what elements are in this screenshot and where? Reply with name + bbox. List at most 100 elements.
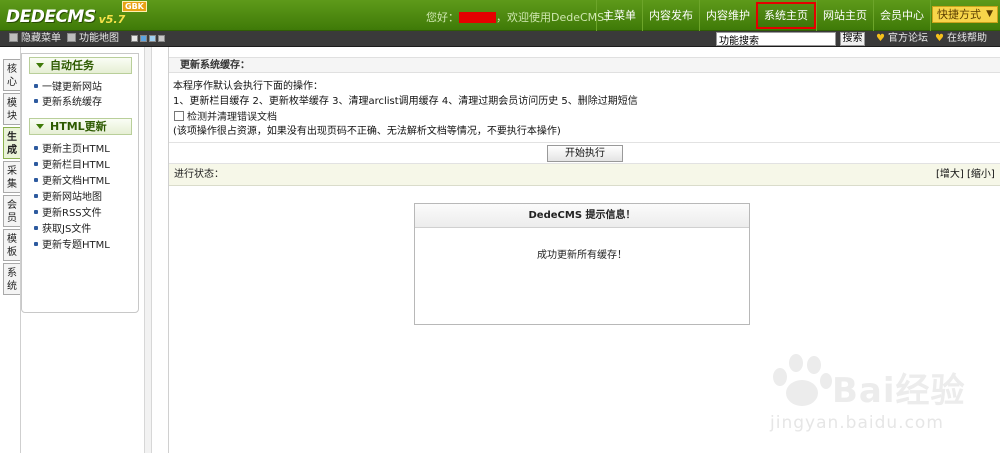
tab-collect[interactable]: 采集 [3,161,20,193]
menu-item-label: 一键更新网站 [42,82,102,93]
menu-item-label: 更新文档HTML [42,176,110,187]
logo-badge: GBK [122,1,147,12]
description-line-1: 本程序作默认会执行下面的操作： [173,81,323,92]
skin-swatch[interactable] [158,35,165,42]
menu-item-one-click-update[interactable]: 一键更新网站 [34,82,102,94]
top-header: DEDECMS v5.7 GBK 您好： ，欢迎使用DedeCMS！ 主菜单 内容… [0,0,1000,31]
section-title-bar: 更新系统缓存： [169,57,1000,73]
bullet-icon [34,99,38,103]
nav-member-center[interactable]: 会员中心 [873,0,930,31]
nav-site-home[interactable]: 网站主页 [816,0,873,31]
forum-icon: ♥ [876,33,885,44]
operation-note: (该项操作很占资源，如果没有出现页码不正确、无法解析文档等情况，不要执行本操作) [173,126,561,137]
official-forum-link[interactable]: ♥ 官方论坛 [876,32,928,46]
bullet-icon [34,226,38,230]
checkbox-label: 检测并清理错误文档 [187,112,277,123]
menu-item-update-doc-html[interactable]: 更新文档HTML [34,176,110,188]
menu-item-label: 更新主页HTML [42,144,110,155]
vertical-tabs: 核心 模块 生成 采集 会员 模板 系统 [0,47,21,453]
skin-swatch[interactable] [131,35,138,42]
logo: DEDECMS v5.7 GBK [6,1,147,27]
function-map-link[interactable]: 功能地图 [67,32,119,46]
start-button-row: 开始执行 [169,142,1000,164]
online-help-link[interactable]: ♥ 在线帮助 [935,32,987,46]
menu-item-update-cache[interactable]: 更新系统缓存 [34,97,102,109]
sub-toolbar: 隐藏菜单 功能地图 搜索 ♥官方论坛 ♥在线帮助 [0,31,1000,47]
menu-item-label: 更新系统缓存 [42,97,102,108]
skin-swatch[interactable] [140,35,147,42]
menu-item-update-column-html[interactable]: 更新栏目HTML [34,160,110,172]
menu-group-title: HTML更新 [50,120,107,133]
status-label: 进行状态： [174,169,224,180]
official-forum-label: 官方论坛 [887,33,928,44]
help-icon: ♥ [935,33,944,44]
tab-core[interactable]: 核心 [3,59,20,91]
side-menu: 自动任务 一键更新网站 更新系统缓存 HTML更新 更新主页HTML 更新栏目H… [21,53,139,313]
menu-item-get-js[interactable]: 获取JS文件 [34,224,91,236]
skin-swatch[interactable] [149,35,156,42]
tab-generate[interactable]: 生成 [3,127,20,159]
redacted-username [459,11,496,23]
page-title: 更新系统缓存： [180,60,250,71]
tab-members[interactable]: 会员 [3,195,20,227]
nav-content-maintain[interactable]: 内容维护 [699,0,756,31]
bullet-icon [34,162,38,166]
bullet-icon [34,242,38,246]
zoom-out-link[interactable]: [缩小] [967,169,995,181]
logo-version: v5.7 [98,13,126,26]
menu-group-html-update[interactable]: HTML更新 [29,118,132,135]
nav-content-publish[interactable]: 内容发布 [642,0,699,31]
tab-modules[interactable]: 模块 [3,93,20,125]
watermark-url: jingyan.baidu.com [770,413,944,433]
tab-templates[interactable]: 模板 [3,229,20,261]
online-help-label: 在线帮助 [946,33,987,44]
message-title: DedeCMS 提示信息！ [415,204,749,228]
menu-group-auto-tasks[interactable]: 自动任务 [29,57,132,74]
collapse-arrow-icon [36,124,44,129]
hide-menu-icon [9,33,18,42]
chevron-down-icon: ▼ [986,9,993,19]
clean-error-docs-checkbox[interactable]: 检测并清理错误文档 [174,111,277,124]
bullet-icon [34,84,38,88]
hide-menu-label: 隐藏菜单 [21,33,61,44]
function-search-input[interactable] [716,32,836,46]
menu-item-label: 更新网站地图 [42,192,102,203]
zoom-in-link[interactable]: [增大] [936,169,964,181]
top-nav: 主菜单 内容发布 内容维护 系统主页 网站主页 会员中心 注销 [596,0,965,31]
menu-item-update-sitemap[interactable]: 更新网站地图 [34,192,102,204]
paw-icon [773,354,832,406]
greeting-prefix: 您好： [426,11,459,24]
menu-item-label: 更新专题HTML [42,240,110,251]
skin-switcher [131,35,165,42]
menu-item-label: 更新RSS文件 [42,208,102,219]
function-map-label: 功能地图 [79,33,119,44]
quick-menu-dropdown[interactable]: 快捷方式 ▼ [932,6,998,23]
nav-system-home[interactable]: 系统主页 [756,2,816,29]
menu-group-title: 自动任务 [50,59,94,72]
bullet-icon [34,210,38,214]
menu-item-update-topic-html[interactable]: 更新专题HTML [34,240,110,252]
bullet-icon [34,194,38,198]
quick-menu-label: 快捷方式 [937,8,981,21]
hide-menu-link[interactable]: 隐藏菜单 [9,32,61,46]
panel-splitter[interactable] [144,47,152,453]
status-bar: 进行状态： [增大] [缩小] [169,164,1000,186]
message-box: DedeCMS 提示信息！ 成功更新所有缓存！ [414,203,750,325]
collapse-arrow-icon [36,63,44,68]
nav-main-menu[interactable]: 主菜单 [596,0,642,31]
watermark-text: Bai经验 [832,371,966,411]
map-icon [67,33,76,42]
menu-item-update-home-html[interactable]: 更新主页HTML [34,144,110,156]
tab-system[interactable]: 系统 [3,263,20,295]
bullet-icon [34,178,38,182]
checkbox-icon[interactable] [174,111,184,121]
search-button[interactable]: 搜索 [840,32,865,46]
start-execute-button[interactable]: 开始执行 [547,145,623,162]
baidu-watermark: Bai经验 jingyan.baidu.com [762,351,996,447]
description-line-2: 1、更新栏目缓存 2、更新枚举缓存 3、清理arclist调用缓存 4、清理过期… [173,96,638,107]
message-body: 成功更新所有缓存！ [537,250,627,261]
menu-item-label: 更新栏目HTML [42,160,110,171]
logo-text: DEDECMS [6,7,96,27]
menu-item-update-rss[interactable]: 更新RSS文件 [34,208,102,220]
bullet-icon [34,146,38,150]
